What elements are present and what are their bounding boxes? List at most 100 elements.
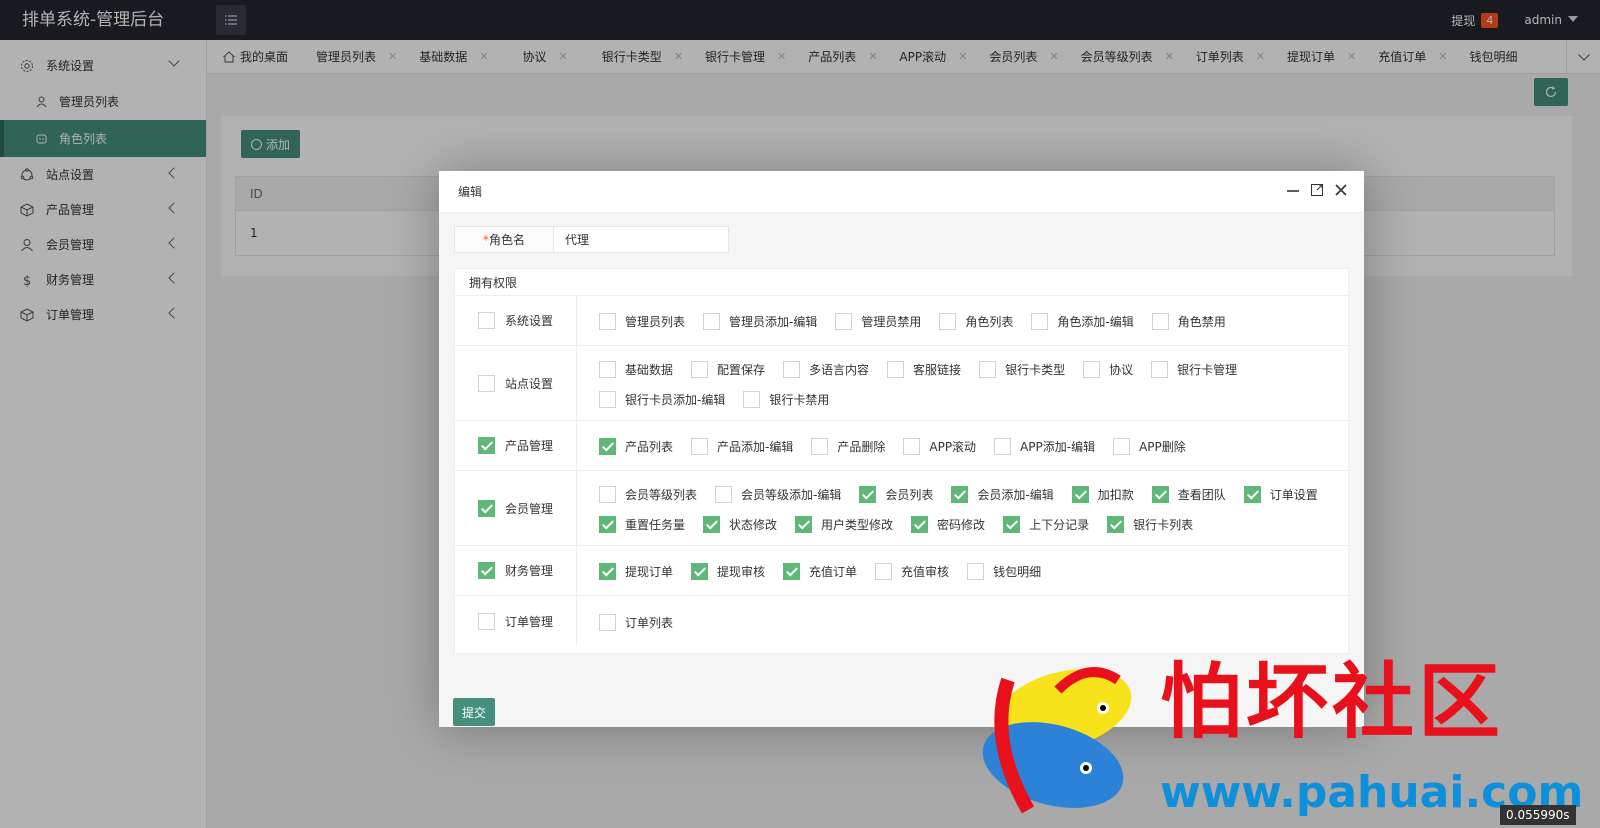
permission-checkbox[interactable]: 管理员添加-编辑 bbox=[703, 307, 817, 337]
checkbox-checked-icon[interactable] bbox=[1003, 515, 1021, 533]
checkbox-icon[interactable] bbox=[979, 360, 997, 378]
permission-checkbox[interactable]: 角色添加-编辑 bbox=[1031, 307, 1134, 337]
permission-checkbox[interactable]: 银行卡员添加-编辑 bbox=[599, 384, 725, 414]
checkbox-checked-icon[interactable] bbox=[599, 515, 616, 533]
checkbox-icon[interactable] bbox=[939, 313, 957, 330]
permission-group-row: 财务管理 提现订单 提现审核 充值订单 充值审核 钱包明细 bbox=[455, 546, 1348, 596]
checkbox-icon[interactable] bbox=[967, 563, 985, 580]
permission-checkbox[interactable]: 会员等级添加-编辑 bbox=[715, 479, 841, 509]
checkbox-icon[interactable] bbox=[478, 374, 495, 392]
permission-checkbox[interactable]: 加扣款 bbox=[1071, 479, 1134, 509]
checkbox-icon[interactable] bbox=[887, 360, 905, 378]
checkbox-icon[interactable] bbox=[994, 438, 1012, 455]
checkbox-checked-icon[interactable] bbox=[478, 499, 495, 517]
permission-label: 产品列表 bbox=[625, 440, 674, 454]
permission-checkbox[interactable]: 管理员禁用 bbox=[835, 307, 921, 337]
permission-checkbox[interactable]: 产品列表 bbox=[599, 432, 673, 462]
checkbox-checked-icon[interactable] bbox=[599, 438, 616, 455]
permission-checkbox[interactable]: 银行卡管理 bbox=[1151, 354, 1237, 384]
permission-checkbox[interactable]: 查看团队 bbox=[1151, 479, 1226, 509]
permission-checkbox[interactable]: 订单设置 bbox=[1243, 479, 1318, 509]
checkbox-icon[interactable] bbox=[811, 438, 829, 455]
permission-checkbox[interactable]: 重置任务量 bbox=[599, 509, 685, 539]
permission-group-checkbox[interactable]: 系统设置 bbox=[455, 296, 577, 345]
permission-checkbox[interactable]: 基础数据 bbox=[599, 354, 673, 384]
permission-group-checkbox[interactable]: 会员管理 bbox=[455, 471, 577, 545]
checkbox-icon[interactable] bbox=[1031, 313, 1049, 330]
permission-checkbox[interactable]: 角色列表 bbox=[939, 307, 1013, 337]
checkbox-icon[interactable] bbox=[691, 360, 709, 378]
permission-label: 上下分记录 bbox=[1029, 517, 1090, 532]
close-icon[interactable] bbox=[1334, 183, 1348, 197]
permission-checkbox[interactable]: 会员添加-编辑 bbox=[951, 479, 1054, 509]
checkbox-checked-icon[interactable] bbox=[859, 485, 877, 503]
checkbox-icon[interactable] bbox=[599, 360, 616, 378]
checkbox-icon[interactable] bbox=[903, 438, 921, 455]
checkbox-checked-icon[interactable] bbox=[1107, 515, 1125, 533]
checkbox-icon[interactable] bbox=[703, 313, 721, 330]
permission-checkbox[interactable]: 提现订单 bbox=[599, 557, 673, 587]
permission-checkbox[interactable]: 多语言内容 bbox=[783, 354, 869, 384]
permission-group-checkbox[interactable]: 站点设置 bbox=[455, 346, 577, 420]
checkbox-icon[interactable] bbox=[478, 612, 495, 630]
checkbox-checked-icon[interactable] bbox=[1151, 485, 1169, 503]
checkbox-icon[interactable] bbox=[783, 360, 801, 378]
permission-checkbox[interactable]: 用户类型修改 bbox=[795, 509, 893, 539]
permission-group-checkbox[interactable]: 财务管理 bbox=[455, 546, 577, 595]
permission-checkbox[interactable]: 上下分记录 bbox=[1003, 509, 1089, 539]
checkbox-checked-icon[interactable] bbox=[1071, 485, 1089, 503]
checkbox-icon[interactable] bbox=[1151, 360, 1169, 378]
submit-button[interactable]: 提交 bbox=[453, 698, 495, 726]
checkbox-checked-icon[interactable] bbox=[478, 562, 495, 579]
permission-checkbox[interactable]: 客服链接 bbox=[887, 354, 961, 384]
role-name-input[interactable]: 代理 bbox=[554, 226, 729, 253]
checkbox-icon[interactable] bbox=[1151, 313, 1169, 330]
minimize-icon[interactable] bbox=[1286, 183, 1300, 197]
checkbox-checked-icon[interactable] bbox=[478, 437, 495, 454]
permission-checkbox[interactable]: 密码修改 bbox=[911, 509, 985, 539]
permission-checkbox[interactable]: 银行卡禁用 bbox=[743, 384, 829, 414]
permission-checkbox[interactable]: 银行卡列表 bbox=[1107, 509, 1193, 539]
permission-checkbox[interactable]: APP滚动 bbox=[903, 432, 976, 462]
checkbox-checked-icon[interactable] bbox=[795, 515, 813, 533]
checkbox-icon[interactable] bbox=[599, 485, 616, 503]
permission-checkbox[interactable]: APP删除 bbox=[1113, 432, 1186, 462]
checkbox-icon[interactable] bbox=[1113, 438, 1131, 455]
checkbox-icon[interactable] bbox=[599, 313, 616, 330]
checkbox-checked-icon[interactable] bbox=[951, 485, 969, 503]
checkbox-icon[interactable] bbox=[743, 390, 761, 408]
permission-checkbox[interactable]: 角色禁用 bbox=[1151, 307, 1226, 337]
checkbox-checked-icon[interactable] bbox=[1243, 485, 1261, 503]
permission-group-checkbox[interactable]: 产品管理 bbox=[455, 421, 577, 470]
checkbox-checked-icon[interactable] bbox=[599, 563, 616, 580]
checkbox-checked-icon[interactable] bbox=[783, 563, 801, 580]
permission-checkbox[interactable]: 协议 bbox=[1083, 354, 1133, 384]
permission-checkbox[interactable]: 钱包明细 bbox=[967, 557, 1041, 587]
permission-checkbox[interactable]: 管理员列表 bbox=[599, 307, 685, 337]
permission-checkbox[interactable]: 配置保存 bbox=[691, 354, 765, 384]
checkbox-icon[interactable] bbox=[478, 312, 495, 329]
permission-checkbox[interactable]: 会员列表 bbox=[859, 479, 933, 509]
permission-checkbox[interactable]: 充值审核 bbox=[875, 557, 949, 587]
checkbox-icon[interactable] bbox=[875, 563, 893, 580]
checkbox-checked-icon[interactable] bbox=[911, 515, 929, 533]
permission-group-checkbox[interactable]: 订单管理 bbox=[455, 596, 577, 646]
maximize-icon[interactable] bbox=[1310, 183, 1324, 197]
permission-checkbox[interactable]: APP添加-编辑 bbox=[994, 432, 1095, 462]
permission-checkbox[interactable]: 充值订单 bbox=[783, 557, 857, 587]
checkbox-icon[interactable] bbox=[599, 390, 616, 408]
permission-checkbox[interactable]: 订单列表 bbox=[599, 607, 673, 637]
permission-checkbox[interactable]: 状态修改 bbox=[703, 509, 777, 539]
permission-checkbox[interactable]: 银行卡类型 bbox=[979, 354, 1065, 384]
checkbox-checked-icon[interactable] bbox=[691, 563, 709, 580]
permission-checkbox[interactable]: 提现审核 bbox=[691, 557, 765, 587]
checkbox-icon[interactable] bbox=[715, 485, 733, 503]
checkbox-checked-icon[interactable] bbox=[703, 515, 721, 533]
permission-checkbox[interactable]: 产品删除 bbox=[811, 432, 885, 462]
checkbox-icon[interactable] bbox=[691, 438, 709, 455]
permission-checkbox[interactable]: 产品添加-编辑 bbox=[691, 432, 793, 462]
checkbox-icon[interactable] bbox=[599, 613, 616, 631]
permission-checkbox[interactable]: 会员等级列表 bbox=[599, 479, 697, 509]
checkbox-icon[interactable] bbox=[1083, 360, 1101, 378]
checkbox-icon[interactable] bbox=[835, 313, 853, 330]
